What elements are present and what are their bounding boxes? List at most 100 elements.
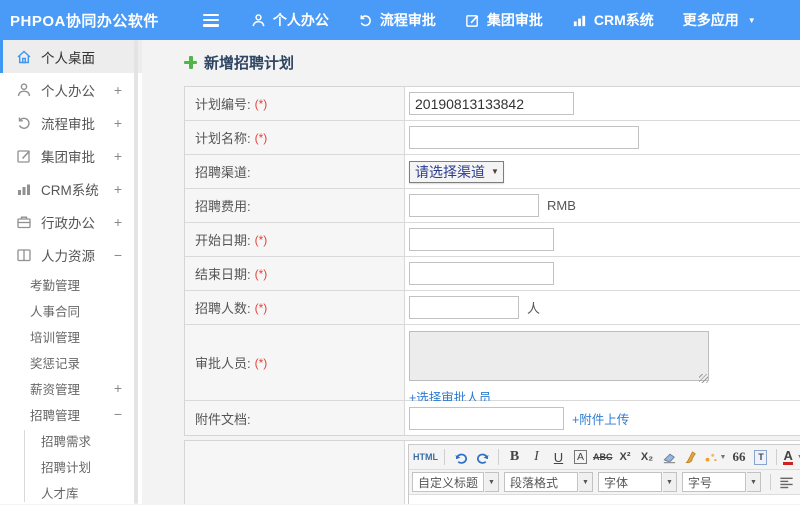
sidebar-item-workflow-approval[interactable]: 流程审批 + (0, 106, 142, 139)
sidebar-item-label: 人事合同 (30, 304, 81, 319)
align-left-button[interactable] (776, 472, 797, 493)
approvers-textarea[interactable] (409, 331, 709, 381)
format-brush-icon[interactable] (681, 447, 702, 468)
sidebar-item-reward-punishment[interactable]: 奖惩记录 (0, 349, 142, 375)
underline-button[interactable]: U (548, 447, 569, 468)
form-row-channel: 招聘渠道: 请选择渠道 ▼ (185, 155, 800, 189)
font-family-dropdown[interactable]: 字体 (598, 472, 662, 492)
sidebar-item-talent-pool[interactable]: 人才库 (0, 479, 142, 505)
user-icon (16, 82, 32, 98)
edit-square-icon (16, 148, 32, 164)
start-date-input[interactable] (409, 228, 554, 251)
sidebar-item-group-approval[interactable]: 集团审批 + (0, 139, 142, 172)
sidebar-item-recruitment[interactable]: 招聘管理 − (0, 401, 142, 427)
user-icon (251, 13, 266, 28)
caret-down-icon: ▼ (747, 15, 756, 25)
nav-more-apps[interactable]: 更多应用 ▼ (683, 10, 756, 30)
sidebar-item-hr[interactable]: 人力资源 − (0, 238, 142, 271)
caret-down-icon[interactable]: ▼ (747, 472, 761, 492)
sidebar-item-attendance[interactable]: 考勤管理 (0, 271, 142, 297)
sidebar-item-label: 奖惩记录 (30, 356, 81, 371)
custom-title-dropdown[interactable]: 自定义标题 (412, 472, 484, 492)
italic-button[interactable]: I (526, 447, 547, 468)
caret-down-icon[interactable]: ▼ (485, 472, 499, 492)
menu-toggle-icon[interactable] (202, 13, 221, 27)
form-row-content-editor: HTML B I U A ABC X² X₂ ▼ 66 T A 自定义标题 ▼ … (184, 440, 800, 504)
editor-label-cell (185, 441, 405, 504)
sidebar-item-recruit-demand[interactable]: 招聘需求 (0, 427, 142, 453)
attachment-input[interactable] (409, 406, 564, 430)
sidebar-item-crm[interactable]: CRM系统 + (0, 172, 142, 205)
field-label: 结束日期: (195, 267, 251, 282)
channel-select[interactable]: 请选择渠道 ▼ (409, 160, 504, 183)
sidebar-item-recruit-plan[interactable]: 招聘计划 (0, 453, 142, 479)
sidebar-item-label: 个人桌面 (41, 50, 95, 66)
sidebar-item-personal-office[interactable]: 个人办公 + (0, 73, 142, 106)
font-color-button[interactable]: A▼ (782, 447, 800, 468)
field-label: 审批人员: (195, 356, 251, 371)
end-date-input[interactable] (409, 262, 554, 285)
book-icon (16, 247, 32, 263)
edit-square-icon (465, 13, 480, 28)
page-title-row: 新增招聘计划 (184, 52, 800, 72)
sidebar-item-label: 薪资管理 (30, 382, 81, 397)
nav-workflow-approval[interactable]: 流程审批 (358, 10, 436, 30)
expand-icon[interactable]: + (114, 148, 122, 164)
expand-icon[interactable]: + (114, 214, 122, 230)
nav-label: 流程审批 (379, 12, 436, 28)
sidebar-item-label: 人力资源 (41, 248, 95, 264)
caret-down-icon[interactable]: ▼ (663, 472, 677, 492)
sidebar-item-hr-contract[interactable]: 人事合同 (0, 297, 142, 323)
collapse-icon[interactable]: − (114, 247, 122, 263)
required-marker: (*) (254, 130, 268, 145)
sidebar-item-label: 招聘管理 (30, 408, 81, 423)
required-marker: (*) (254, 266, 268, 281)
undo-button[interactable] (450, 447, 471, 468)
required-marker: (*) (254, 355, 268, 370)
toolbar-separator (498, 449, 499, 465)
superscript-button[interactable]: X² (615, 447, 636, 468)
nav-personal-office[interactable]: 个人办公 (251, 10, 329, 30)
editor-content-area[interactable] (409, 495, 800, 504)
caret-down-icon[interactable]: ▼ (579, 472, 593, 492)
blockquote-button[interactable]: 66 (728, 447, 749, 468)
sidebar-item-desktop[interactable]: 个人桌面 (0, 40, 142, 73)
sidebar-item-salary[interactable]: 薪资管理 + (0, 375, 142, 401)
expand-icon[interactable]: + (114, 82, 122, 98)
expand-icon[interactable]: + (114, 181, 122, 197)
html-source-button[interactable]: HTML (412, 447, 439, 468)
font-size-dropdown[interactable]: 字号 (682, 472, 746, 492)
field-label: 招聘费用: (195, 199, 251, 214)
expand-icon[interactable]: + (114, 115, 122, 131)
field-label: 招聘人数: (195, 301, 251, 316)
bar-chart-icon (16, 181, 32, 197)
app-logo[interactable]: PHPOA协同办公软件 (10, 10, 159, 31)
required-marker: (*) (254, 232, 268, 247)
plan-name-input[interactable] (409, 126, 639, 149)
collapse-icon[interactable]: − (114, 406, 122, 422)
editor-toolbar-row-1: HTML B I U A ABC X² X₂ ▼ 66 T A (409, 445, 800, 470)
paste-button[interactable]: T (750, 447, 771, 468)
headcount-input[interactable] (409, 296, 519, 319)
nav-group-approval[interactable]: 集团审批 (465, 10, 543, 30)
nav-label: CRM系统 (593, 12, 654, 28)
plan-number-input[interactable] (409, 92, 574, 115)
bold-button[interactable]: B (504, 447, 525, 468)
strikethrough-button[interactable]: ABC (592, 447, 614, 468)
sidebar-scrollbar[interactable] (134, 40, 138, 504)
expand-icon[interactable]: + (114, 380, 122, 396)
eraser-icon[interactable] (659, 447, 680, 468)
redo-button[interactable] (472, 447, 493, 468)
char-border-button[interactable]: A (570, 447, 591, 468)
paragraph-format-dropdown[interactable]: 段落格式 (504, 472, 578, 492)
subscript-button[interactable]: X₂ (637, 447, 658, 468)
attachment-upload-link[interactable]: +附件上传 (572, 409, 629, 428)
nav-crm-system[interactable]: CRM系统 (572, 10, 654, 30)
resize-grip[interactable] (699, 374, 708, 383)
sidebar-item-admin-office[interactable]: 行政办公 + (0, 205, 142, 238)
recruit-cost-input[interactable] (409, 194, 539, 217)
sidebar-item-training[interactable]: 培训管理 (0, 323, 142, 349)
magic-sparkle-button[interactable]: ▼ (703, 447, 728, 468)
form-row-plan-number: 计划编号: (*) (185, 87, 800, 121)
page-title: 新增招聘计划 (204, 54, 295, 72)
